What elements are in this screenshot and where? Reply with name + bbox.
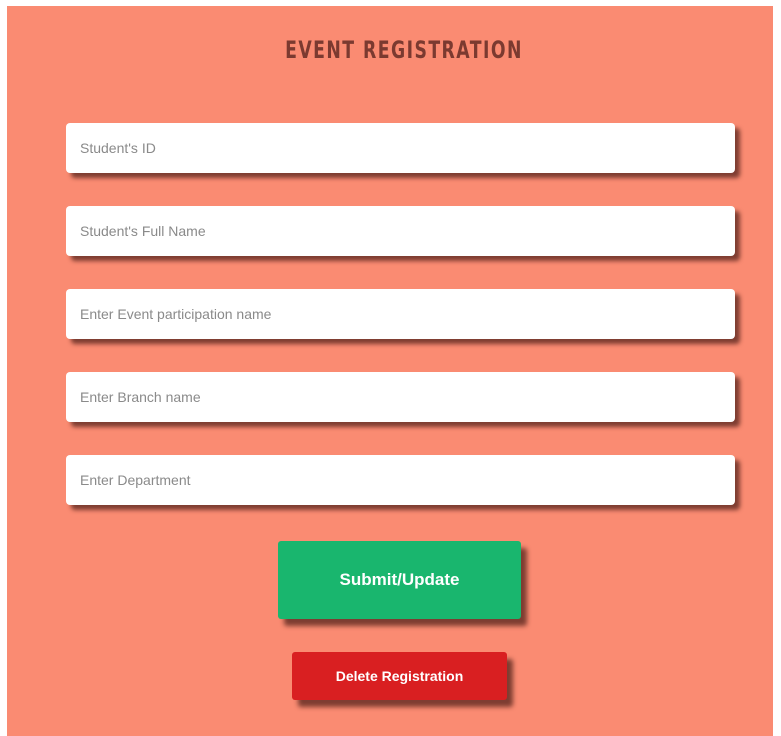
department-input[interactable] (66, 455, 735, 505)
event-participation-name-input[interactable] (66, 289, 735, 339)
student-id-input[interactable] (66, 123, 735, 173)
submit-update-button[interactable]: Submit/Update (278, 541, 521, 619)
delete-registration-button[interactable]: Delete Registration (292, 652, 507, 700)
registration-form: EVENT REGISTRATION Submit/Update Delete … (7, 6, 773, 736)
student-full-name-input[interactable] (66, 206, 735, 256)
branch-name-input[interactable] (66, 372, 735, 422)
form-title: EVENT REGISTRATION (285, 36, 523, 64)
